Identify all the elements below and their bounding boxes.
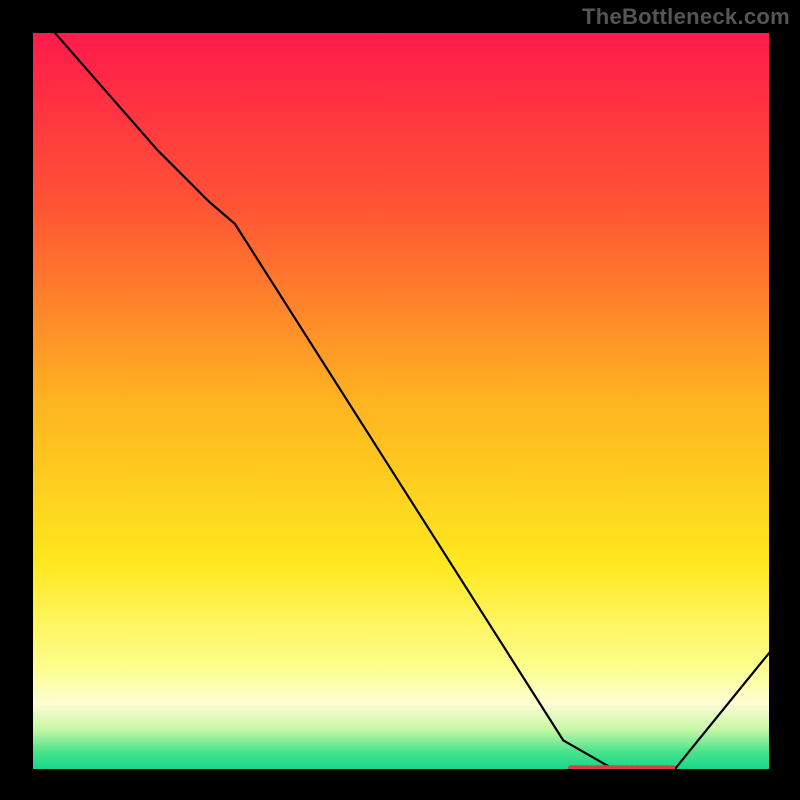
bottleneck-chart <box>0 0 800 800</box>
chart-stage: TheBottleneck.com <box>0 0 800 800</box>
plot-background <box>32 32 770 770</box>
